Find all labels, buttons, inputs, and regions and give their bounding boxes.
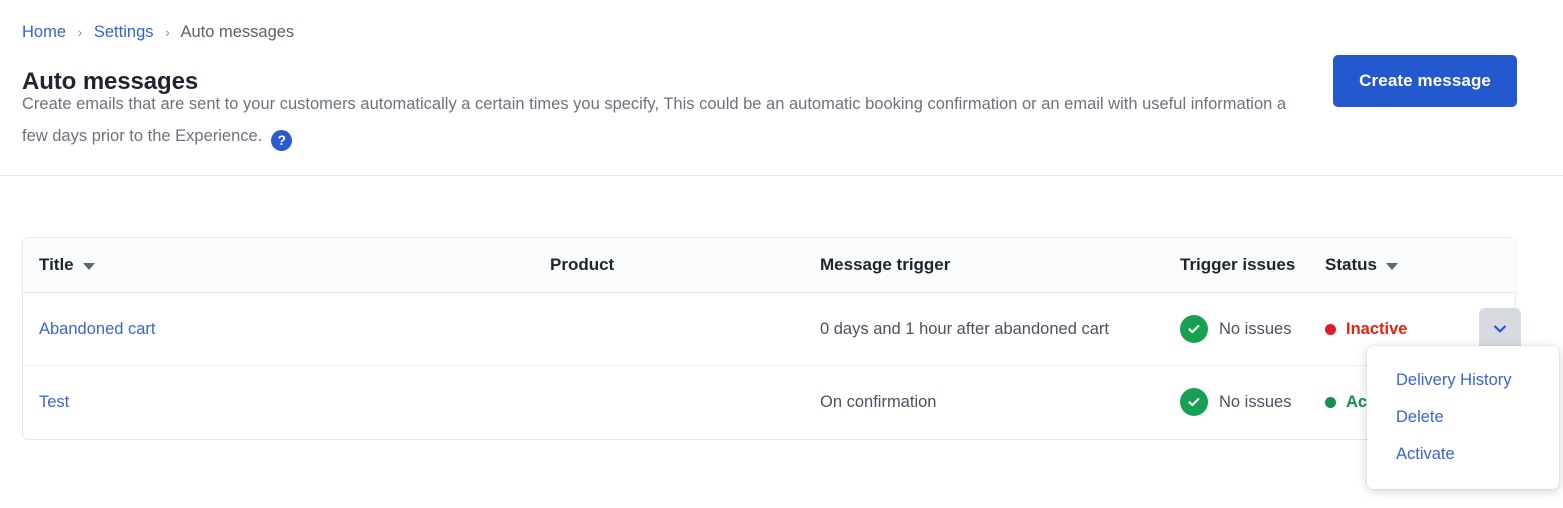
help-icon[interactable]: ?	[271, 130, 293, 151]
auto-messages-table-card: Title Product Message trigger Trigger is…	[22, 237, 1521, 440]
row-title-link-test[interactable]: Test	[39, 393, 69, 411]
breadcrumb-item-settings[interactable]: Settings	[94, 23, 154, 41]
page-body: Title Product Message trigger Trigger is…	[0, 177, 1563, 508]
column-header-message-trigger-label: Message trigger	[820, 255, 951, 274]
check-circle-icon	[1180, 315, 1208, 343]
column-header-message-trigger: Message trigger	[820, 238, 1180, 293]
cell-trigger-issues: No issues	[1180, 292, 1325, 366]
status-badge: Inactive	[1346, 319, 1408, 338]
status-dot-active	[1325, 396, 1336, 408]
table-row: Test On confirmation No issues	[23, 366, 1517, 439]
sort-caret-down-icon[interactable]	[82, 262, 95, 270]
menu-item-delivery-history[interactable]: Delivery History	[1367, 362, 1559, 399]
breadcrumb-separator: ›	[165, 24, 170, 40]
trigger-issues-text: No issues	[1219, 392, 1292, 411]
trigger-issues-text: No issues	[1219, 319, 1292, 338]
table-header-row: Title Product Message trigger Trigger is…	[23, 238, 1517, 293]
table-row: Abandoned cart 0 days and 1 hour after a…	[23, 292, 1521, 366]
column-header-trigger-issues: Trigger issues	[1180, 238, 1325, 293]
cell-message-trigger: 0 days and 1 hour after abandoned cart	[820, 292, 1180, 366]
breadcrumb-item-home[interactable]: Home	[22, 23, 66, 41]
cell-title: Abandoned cart	[23, 292, 550, 366]
check-circle-icon	[1180, 388, 1208, 417]
auto-messages-page: Home › Settings › Auto messages Auto mes…	[0, 0, 1563, 508]
breadcrumb: Home › Settings › Auto messages	[22, 21, 294, 43]
page-header: Home › Settings › Auto messages Auto mes…	[0, 0, 1563, 176]
column-header-status-label: Status	[1325, 255, 1377, 274]
page-description: Create emails that are sent to your cust…	[22, 88, 1292, 152]
page-description-text: Create emails that are sent to your cust…	[22, 95, 1287, 145]
row-actions-dropdown-menu: Delivery History Delete Activate	[1367, 346, 1559, 489]
breadcrumb-item-current: Auto messages	[180, 23, 295, 41]
menu-item-activate[interactable]: Activate	[1367, 436, 1559, 473]
sort-caret-down-icon[interactable]	[1385, 262, 1398, 270]
table-header: Title Product Message trigger Trigger is…	[23, 238, 1517, 293]
cell-message-trigger: On confirmation	[820, 392, 937, 411]
row-actions-menu-button[interactable]	[1479, 308, 1521, 350]
breadcrumb-separator: ›	[77, 24, 83, 40]
column-header-title[interactable]: Title	[23, 238, 550, 293]
row-title-link-abandoned-cart[interactable]: Abandoned cart	[39, 320, 156, 338]
cell-trigger-issues: No issues	[1180, 366, 1325, 439]
column-header-title-label: Title	[39, 255, 74, 274]
column-header-product: Product	[550, 238, 820, 293]
cell-product	[550, 292, 820, 366]
table-body: Abandoned cart 0 days and 1 hour after a…	[23, 292, 1521, 439]
cell-title: Test	[23, 366, 550, 439]
create-message-button[interactable]: Create message	[1333, 55, 1517, 107]
auto-messages-table: Title Product Message trigger Trigger is…	[23, 238, 1521, 439]
column-header-product-label: Product	[550, 255, 615, 274]
cell-product	[550, 366, 820, 439]
column-header-trigger-issues-label: Trigger issues	[1180, 255, 1296, 274]
status-dot-inactive	[1325, 323, 1336, 335]
column-header-status[interactable]: Status	[1325, 238, 1517, 293]
menu-item-delete[interactable]: Delete	[1367, 399, 1559, 436]
